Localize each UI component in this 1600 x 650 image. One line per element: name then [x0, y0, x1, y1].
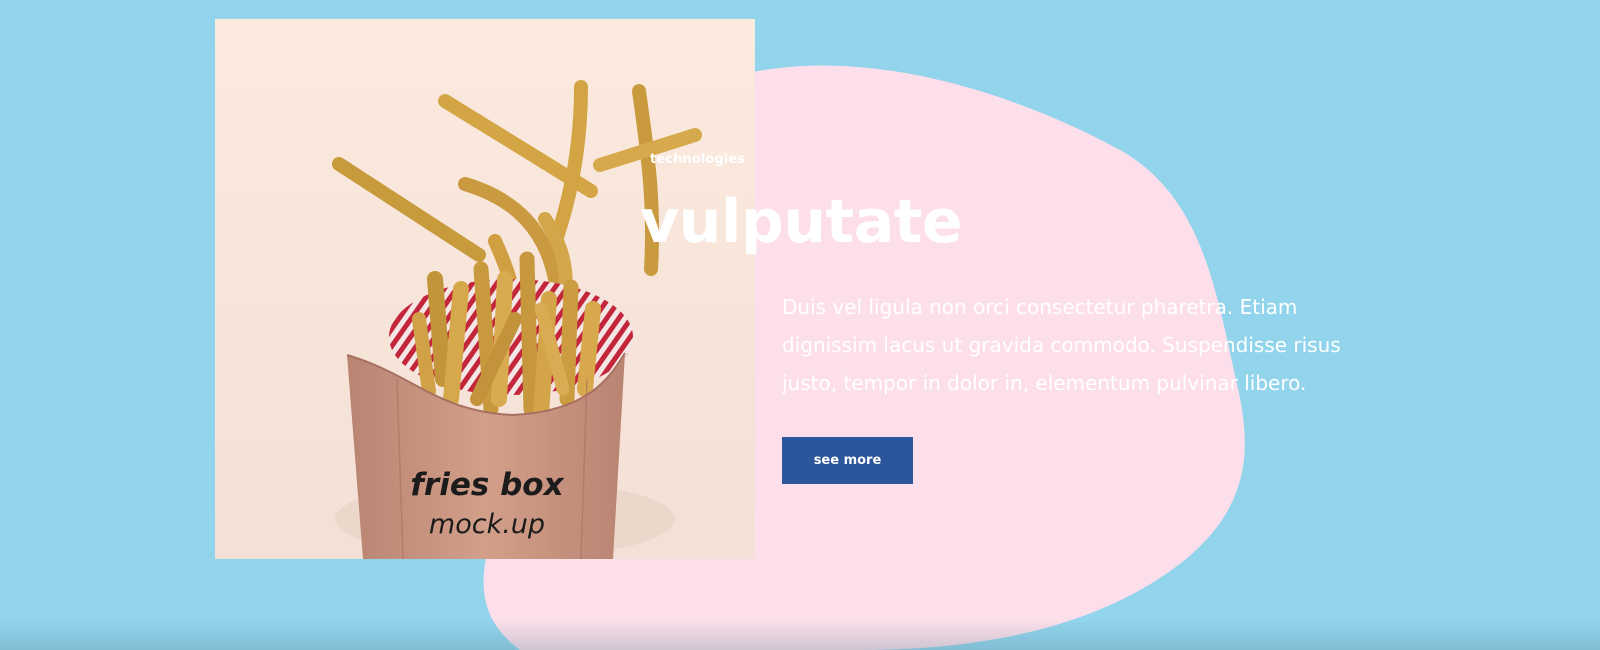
hero-title: vulputate: [640, 187, 963, 257]
hero-description: Duis vel ligula non orci consectetur pha…: [782, 295, 1341, 395]
box-label-line1: fries box: [410, 467, 564, 503]
bottom-shadow: [0, 620, 1600, 650]
box-label-line2: mock.up: [429, 509, 545, 540]
fries-box-image: fries box mock.up: [215, 19, 755, 559]
section-eyebrow: technologies: [650, 152, 746, 167]
hero-section: fries box mock.up technologies vulputate…: [0, 0, 1600, 650]
see-more-button[interactable]: see more: [782, 437, 913, 484]
